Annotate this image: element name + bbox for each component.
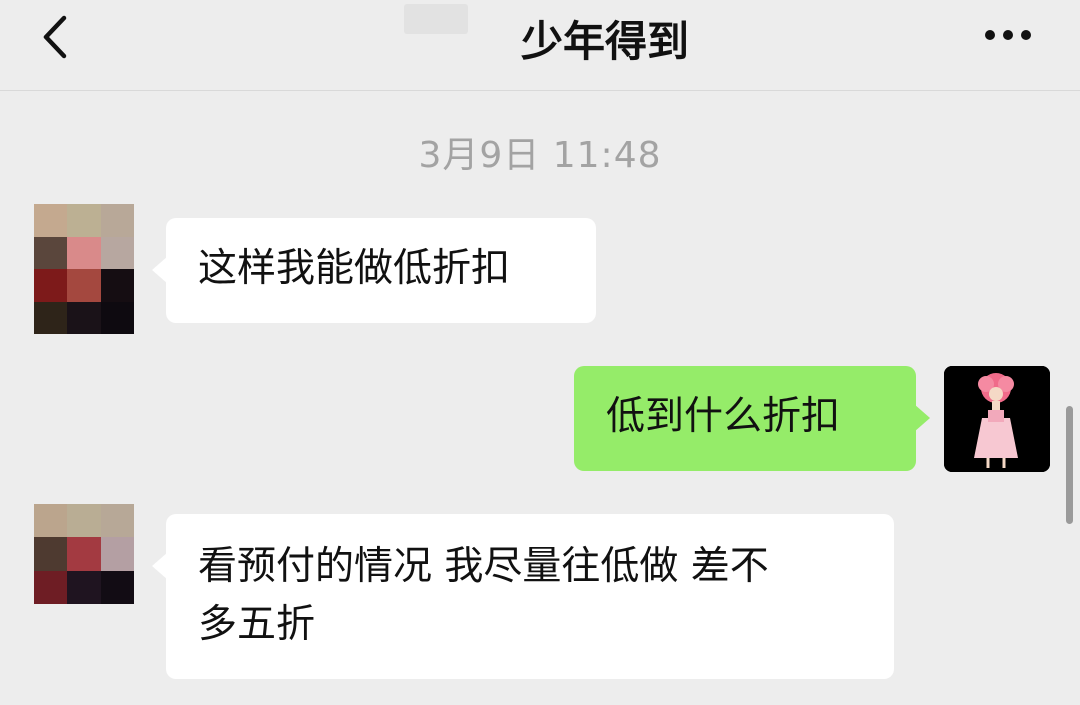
message-bubble-incoming[interactable]: 看预付的情况 我尽量往低做 差不 多五折 <box>152 514 894 679</box>
message-bubble-incoming[interactable]: 这样我能做低折扣 <box>152 218 596 323</box>
message-bubble-outgoing[interactable]: 低到什么折扣 <box>574 366 930 471</box>
message-text: 低到什么折扣 <box>606 394 841 439</box>
contact-avatar[interactable] <box>34 204 134 334</box>
more-dots-icon <box>985 30 1031 40</box>
chat-title: 少年得到 <box>520 17 689 66</box>
message-text: 这样我能做低折扣 <box>198 246 511 291</box>
user-avatar[interactable] <box>944 366 1050 472</box>
contact-avatar[interactable] <box>34 504 134 604</box>
message-timestamp: 3月9日 11:48 <box>418 135 662 176</box>
message-text-line: 多五折 <box>198 602 316 647</box>
scrollbar[interactable] <box>1066 406 1073 524</box>
more-button[interactable] <box>982 20 1034 50</box>
chat-header: 少年得到 <box>0 0 1080 91</box>
girl-figure-icon <box>944 366 1050 472</box>
message-text-line: 看预付的情况 我尽量往低做 差不 <box>198 544 769 589</box>
